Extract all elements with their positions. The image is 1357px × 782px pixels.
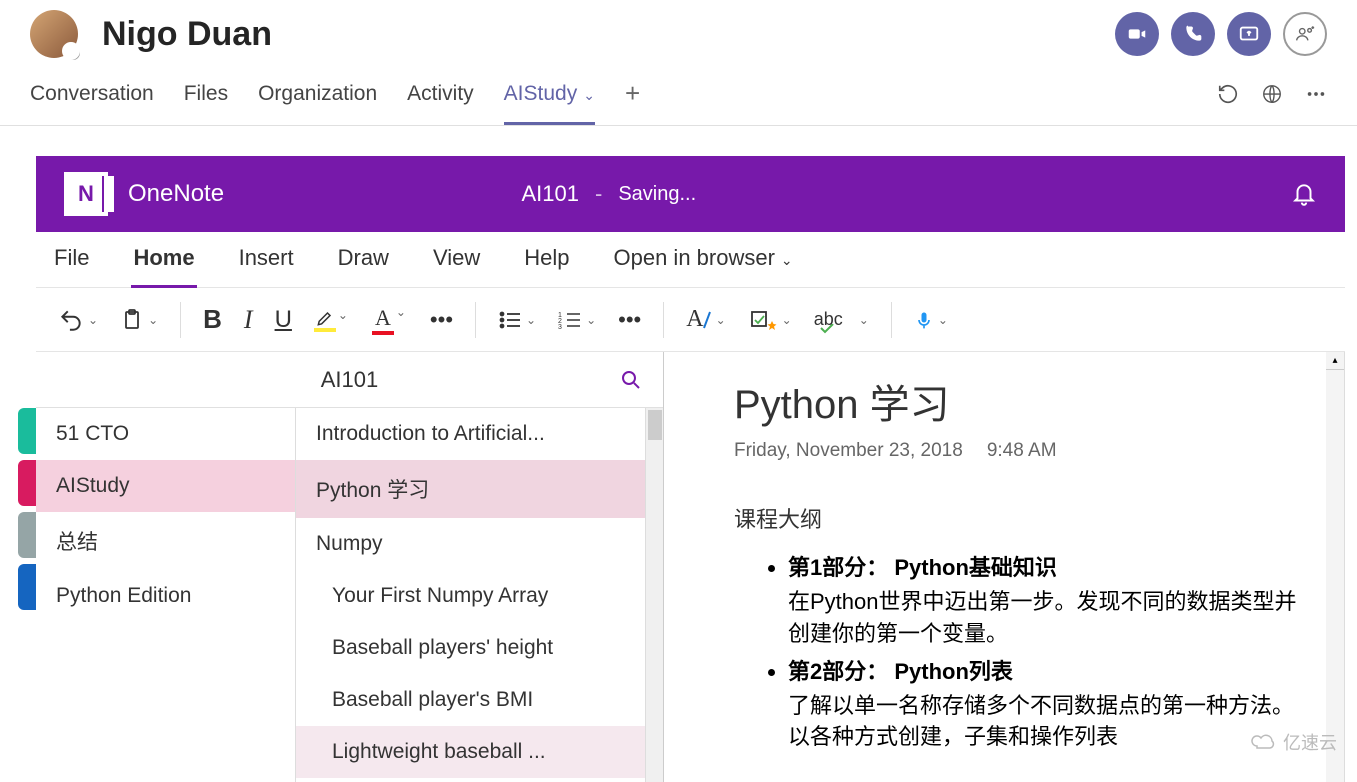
spellcheck-button[interactable]: abc⌄ [806,300,877,340]
chevron-down-icon: ⌄ [583,87,595,103]
document-name[interactable]: AI101 [521,181,579,207]
tab-conversation[interactable]: Conversation [30,72,154,125]
page-title[interactable]: Python 学习 [734,372,1304,430]
presence-icon: ✕ [66,46,80,60]
font-color-button[interactable]: A⌄ [364,299,402,341]
section-heading[interactable]: 课程大纲 [734,502,1304,534]
app-name: OneNote [128,180,224,208]
search-icon[interactable] [619,368,643,392]
refresh-icon[interactable] [1217,83,1239,105]
ribbon-insert[interactable]: Insert [237,231,296,288]
page-item[interactable]: Your First Numpy Array [296,570,663,622]
ribbon-view[interactable]: View [431,231,482,288]
scrollbar[interactable]: ▴ [1326,352,1344,782]
page-item[interactable]: Python 学习 [296,460,663,518]
ribbon-draw[interactable]: Draw [336,231,391,288]
onenote-logo-icon: N [64,172,108,216]
undo-button[interactable]: ⌄ [50,301,106,339]
share-screen-button[interactable] [1227,12,1271,56]
globe-icon[interactable] [1261,83,1283,105]
italic-button[interactable]: I [236,299,261,341]
page-item[interactable]: Numpy [296,518,663,570]
list-item[interactable]: 第2部分： Python列表了解以单一名称存储多个不同数据点的第一种方法。以各种… [788,656,1304,754]
scrollbar[interactable] [645,408,663,782]
bold-button[interactable]: B [195,298,230,341]
avatar[interactable]: ✕ [30,10,78,58]
tab-files[interactable]: Files [184,72,228,125]
dictate-button[interactable]: ⌄ [906,300,956,340]
page-item[interactable]: Baseball players' height [296,622,663,674]
save-status: Saving... [618,183,696,206]
separator: - [595,181,602,207]
notebook-name[interactable]: AI101 [321,367,379,393]
list-item[interactable]: 第1部分： Python基础知识在Python世界中迈出第一步。发现不同的数据类… [788,552,1304,650]
more-formatting-button[interactable]: ••• [422,301,461,339]
page-content[interactable]: Python 学习 Friday, November 23, 2018 9:48… [664,352,1345,782]
section-color-tab[interactable] [18,408,36,454]
paste-button[interactable]: ⌄ [112,300,166,340]
page-date: Friday, November 23, 2018 [734,440,963,462]
section-color-tab[interactable] [18,460,36,506]
section-color-tab[interactable] [18,512,36,558]
notifications-icon[interactable] [1291,181,1317,207]
highlight-button[interactable]: ⌄ [306,302,344,338]
page-item[interactable]: Lightweight baseball ... [296,726,663,778]
add-people-button[interactable] [1283,12,1327,56]
more-icon[interactable] [1305,83,1327,105]
page-item[interactable]: Introduction to Artificial... [296,408,663,460]
underline-button[interactable]: U [267,300,300,340]
section-item[interactable]: 总结 [36,512,295,570]
numbering-button[interactable]: 123⌄ [550,304,604,336]
page-item[interactable]: Baseball player's BMI [296,674,663,726]
svg-text:3: 3 [558,324,562,330]
user-name: Nigo Duan [102,15,272,54]
watermark: 亿速云 [1249,729,1337,755]
add-tab-button[interactable]: + [625,78,640,119]
video-call-button[interactable] [1115,12,1159,56]
ribbon-help[interactable]: Help [522,231,571,288]
ribbon-open-browser[interactable]: Open in browser⌄ [612,231,795,288]
section-item[interactable]: 51 CTO [36,408,295,460]
section-item[interactable]: AIStudy [36,460,295,512]
tags-button[interactable]: ⌄ [740,302,800,338]
tab-activity[interactable]: Activity [407,72,474,125]
section-color-tab[interactable] [18,564,36,610]
bullets-button[interactable]: ⌄ [490,304,544,336]
chevron-down-icon: ⌄ [781,252,793,268]
ribbon-file[interactable]: File [52,231,91,288]
section-item[interactable]: Python Edition [36,570,295,622]
styles-button[interactable]: A⌄ [678,300,733,339]
tab-organization[interactable]: Organization [258,72,377,125]
scroll-up-icon[interactable]: ▴ [1326,352,1344,370]
audio-call-button[interactable] [1171,12,1215,56]
tab-aistudy[interactable]: AIStudy⌄ [504,72,595,125]
ribbon-home[interactable]: Home [131,231,196,288]
page-time: 9:48 AM [987,440,1057,462]
more-paragraph-button[interactable]: ••• [610,301,649,339]
